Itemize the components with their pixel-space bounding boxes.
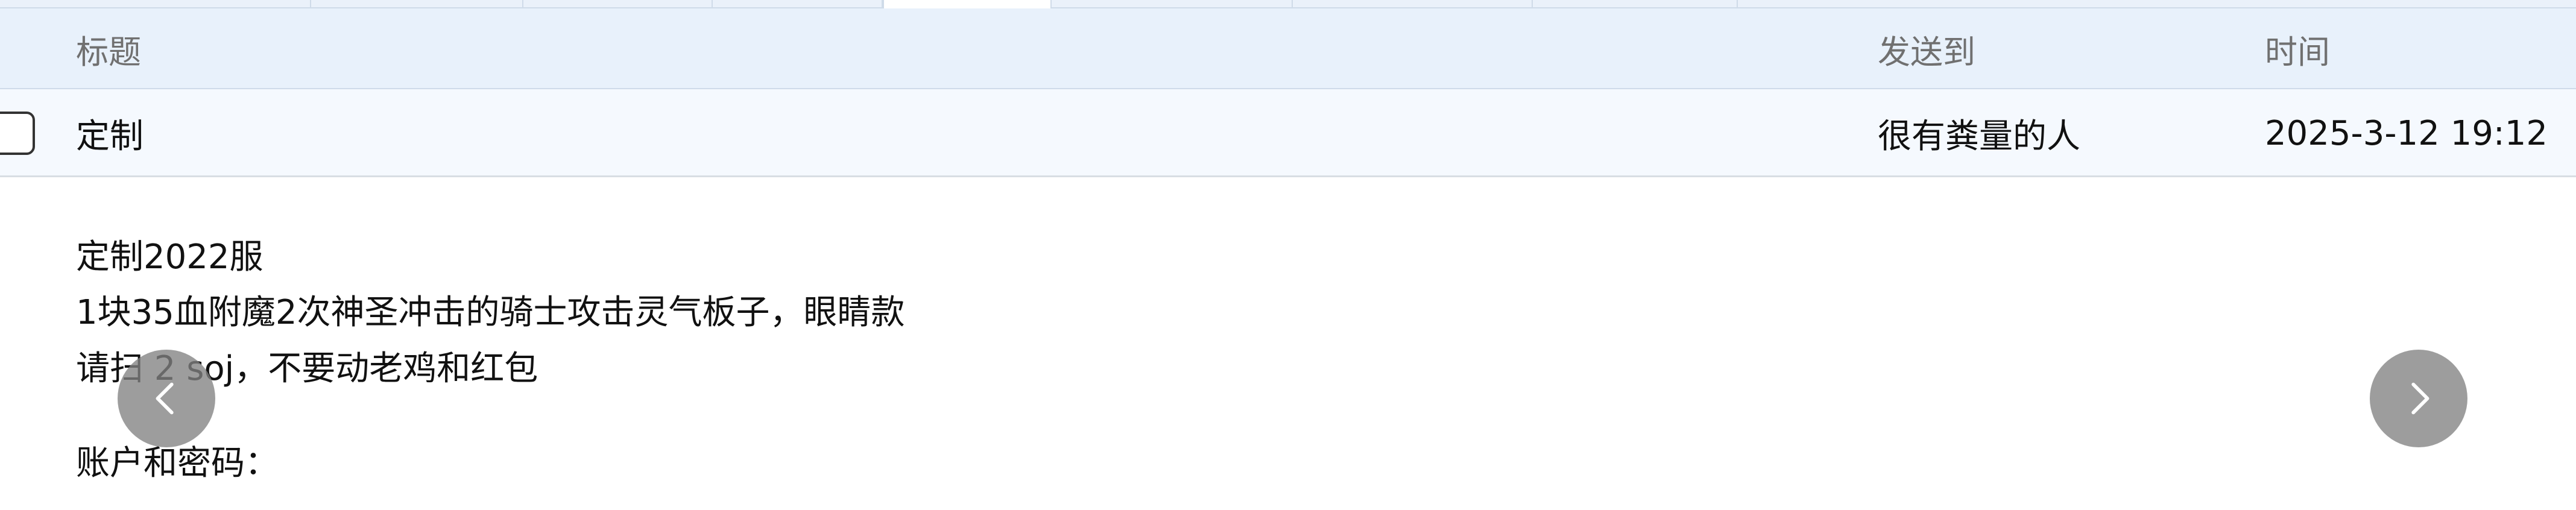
- column-header-subject[interactable]: 标题: [76, 8, 141, 89]
- tab[interactable]: [311, 0, 523, 7]
- mail-view: 标题 发送到 时间 定制 很有粪量的人 2025-3-12 19:12 定制20…: [0, 0, 2576, 510]
- body-line: 定制2022服: [76, 238, 264, 277]
- message-subject[interactable]: 定制: [76, 89, 144, 177]
- table-row[interactable]: 定制 很有粪量的人 2025-3-12 19:12: [0, 89, 2576, 177]
- column-header-recipient[interactable]: 发送到: [1878, 8, 1975, 89]
- tab[interactable]: [0, 0, 311, 7]
- tab[interactable]: [1293, 0, 1533, 7]
- tab[interactable]: [1533, 0, 1738, 7]
- previous-button[interactable]: [118, 350, 215, 447]
- table-header: 标题 发送到 时间: [0, 8, 2576, 89]
- message-time: 2025-3-12 19:12: [2265, 113, 2548, 153]
- tab[interactable]: [713, 0, 883, 7]
- tab-strip: [0, 0, 2576, 10]
- body-line: 1块35血附魔2次神圣冲击的骑士攻击灵气板子，眼睛款: [76, 293, 905, 332]
- chevron-right-icon: [2411, 382, 2429, 415]
- next-button[interactable]: [2370, 350, 2467, 447]
- message-recipient: 很有粪量的人: [1878, 116, 2080, 156]
- chevron-left-icon: [156, 382, 174, 415]
- tab[interactable]: [523, 0, 713, 7]
- tab[interactable]: [1052, 0, 1293, 7]
- message-body: 定制2022服 1块35血附魔2次神圣冲击的骑士攻击灵气板子，眼睛款 请扫 2 …: [0, 177, 2576, 510]
- select-checkbox[interactable]: [0, 112, 35, 155]
- column-header-time[interactable]: 时间: [2265, 8, 2330, 89]
- body-line: 账户和密码：: [76, 444, 279, 483]
